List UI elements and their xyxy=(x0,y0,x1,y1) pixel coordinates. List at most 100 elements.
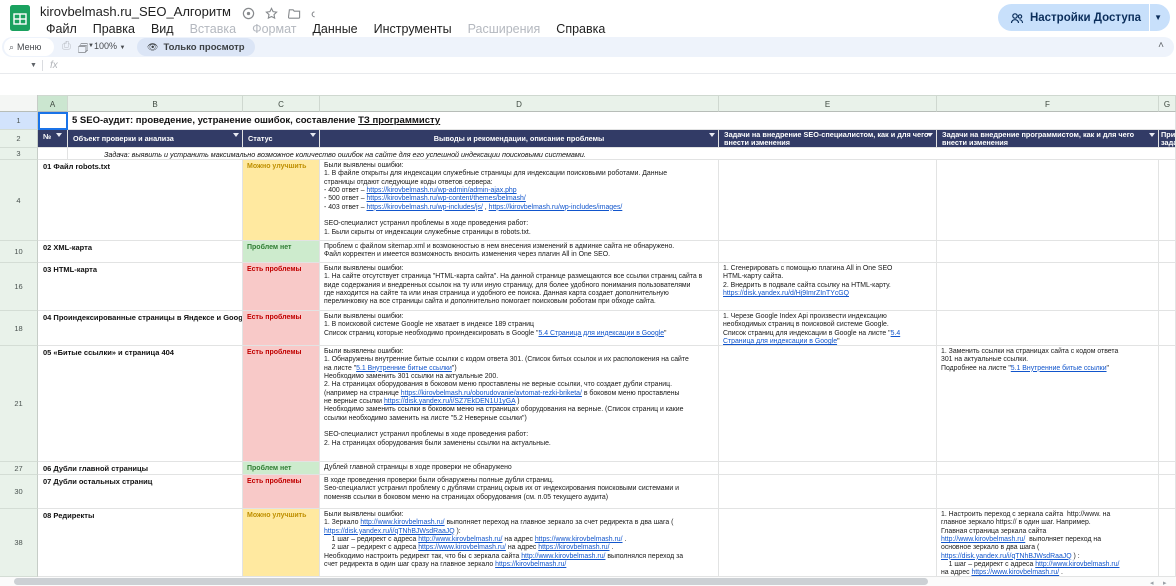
cell-a1-selected[interactable] xyxy=(38,112,68,130)
cell-link[interactable]: 5.1 Внутренние битые ссылки xyxy=(356,365,452,372)
row-header-38[interactable]: 38 xyxy=(0,509,38,577)
cell-link[interactable]: http://www.kirovbelmash.ru/ xyxy=(521,553,605,560)
priority-cell[interactable] xyxy=(1159,311,1176,346)
document-title[interactable]: kirovbelmash.ru_SEO_Алгоритм xyxy=(40,4,231,19)
cell-link[interactable]: https://kirovbelmash.ru/wp-admin/admin-a… xyxy=(366,187,516,194)
menu-search-input[interactable]: ⌕ Меню xyxy=(4,38,54,56)
filter-icon[interactable] xyxy=(233,133,239,137)
filter-icon[interactable] xyxy=(927,133,933,137)
status-cell[interactable]: Есть проблемы xyxy=(243,346,320,462)
object-cell[interactable]: 06 Дубли главной страницы xyxy=(38,462,243,475)
object-cell[interactable]: 07 Дубли остальных страниц xyxy=(38,475,243,509)
cell-link[interactable]: https://kirovbelmash.ru/oborudovanie/avt… xyxy=(401,390,582,397)
seo-tasks-cell[interactable] xyxy=(719,475,937,509)
cell-link[interactable]: https://disk.yandex.ru/i/SZ7EkDEN1U1yGA xyxy=(384,398,515,405)
status-cell[interactable]: Есть проблемы xyxy=(243,311,320,346)
cell-link[interactable]: https://kirovbelmash.ru/wp-includes/imag… xyxy=(489,204,623,211)
row-header-27[interactable]: 27 xyxy=(0,462,38,475)
column-header-G[interactable]: G xyxy=(1159,95,1176,112)
star-icon[interactable] xyxy=(265,7,278,20)
priority-cell[interactable] xyxy=(1159,160,1176,241)
column-header-B[interactable]: B xyxy=(68,95,243,112)
cell-link[interactable]: https://www.kirovbelmash.ru/ xyxy=(535,536,623,543)
header-cell-g[interactable]: Приор зада xyxy=(1159,130,1176,148)
priority-cell[interactable] xyxy=(1159,475,1176,509)
dev-tasks-cell[interactable]: 1. Заменить ссылки на страницах сайта с … xyxy=(937,346,1159,462)
conclusions-cell[interactable]: Были выявлены ошибки: 1. Обнаружены внут… xyxy=(320,346,719,462)
collapse-toolbar-icon[interactable]: ˄ xyxy=(1158,40,1164,51)
object-cell[interactable]: 04 Проиндексированные страницы в Яндексе… xyxy=(38,311,243,346)
column-header-E[interactable]: E xyxy=(719,95,937,112)
menu-Вид[interactable]: Вид xyxy=(144,21,181,37)
print-icon[interactable]: ⎙ xyxy=(62,40,71,53)
cell-link[interactable]: https://kirovbelmash.ru/wp-content/theme… xyxy=(366,195,525,202)
cell-link[interactable]: https://disk.yandex.ru/d/Hj9ImrZInTYcGQ xyxy=(723,290,849,297)
cell-link[interactable]: 5.4 Страница для индексации в Google xyxy=(538,330,664,337)
conclusions-cell[interactable]: Были выявлены ошибки: 1. В файле открыты… xyxy=(320,160,719,241)
priority-cell[interactable] xyxy=(1159,241,1176,263)
move-folder-icon[interactable] xyxy=(288,7,301,20)
seo-tasks-cell[interactable] xyxy=(719,462,937,475)
horizontal-scrollbar-thumb[interactable] xyxy=(14,578,928,585)
menu-Инструменты[interactable]: Инструменты xyxy=(367,21,459,37)
cell-link[interactable]: http://www.kirovbelmash.ru/ xyxy=(418,536,502,543)
status-cell[interactable]: Можно улучшить xyxy=(243,160,320,241)
dev-tasks-cell[interactable] xyxy=(937,462,1159,475)
status-cell[interactable]: Проблем нет xyxy=(243,462,320,475)
cloud-status-icon[interactable] xyxy=(311,7,324,20)
seo-tasks-cell[interactable]: 1. Сгенерировать с помощью плагина All i… xyxy=(719,263,937,311)
scroll-left-icon[interactable]: ◂ xyxy=(1150,579,1154,586)
dev-tasks-cell[interactable] xyxy=(937,263,1159,311)
seo-tasks-cell[interactable] xyxy=(719,346,937,462)
column-header-F[interactable]: F xyxy=(937,95,1159,112)
filter-icon[interactable] xyxy=(56,133,62,137)
header-cell-e[interactable]: Задачи на внедрение SEO-специалистом, ка… xyxy=(719,130,937,148)
cell-link[interactable]: https://kirovbelmash.ru/ xyxy=(495,561,566,568)
header-cell-f[interactable]: Задачи на внедрение программистом, как и… xyxy=(937,130,1159,148)
cell-link[interactable]: https://www.kirovbelmash.ru/ xyxy=(971,569,1059,576)
dev-tasks-cell[interactable] xyxy=(937,475,1159,509)
dev-tasks-cell[interactable] xyxy=(937,241,1159,263)
row-header-1[interactable]: 1 xyxy=(0,112,38,130)
share-chevron-icon[interactable]: ▼ xyxy=(1154,13,1162,22)
row-header-10[interactable]: 10 xyxy=(0,241,38,263)
column-header-A[interactable]: A xyxy=(38,95,68,112)
status-cell[interactable]: Проблем нет xyxy=(243,241,320,263)
conclusions-cell[interactable]: В ходе проведения проверки были обнаруже… xyxy=(320,475,719,509)
cell-link[interactable]: https://disk.yandex.ru/i/qTNhBJWsdRaaJQ xyxy=(941,553,1072,560)
cell-link[interactable]: https://kirovbelmash.ru/ xyxy=(538,544,609,551)
object-cell[interactable]: 02 XML-карта xyxy=(38,241,243,263)
column-header-C[interactable]: C xyxy=(243,95,320,112)
row-header-21[interactable]: 21 xyxy=(0,346,38,462)
priority-cell[interactable] xyxy=(1159,509,1176,577)
cell-link[interactable]: Страница для индексации в Google xyxy=(723,338,837,345)
seo-tasks-cell[interactable] xyxy=(719,241,937,263)
status-cell[interactable]: Есть проблемы xyxy=(243,475,320,509)
sheets-logo-icon[interactable] xyxy=(9,4,31,32)
header-cell-b[interactable]: Объект проверки и анализа xyxy=(68,130,243,148)
object-cell[interactable]: 03 HTML-карта xyxy=(38,263,243,311)
object-cell[interactable]: 08 Редиректы xyxy=(38,509,243,577)
priority-cell[interactable] xyxy=(1159,462,1176,475)
priority-cell[interactable] xyxy=(1159,263,1176,311)
priority-cell[interactable] xyxy=(1159,346,1176,462)
object-cell[interactable]: 05 «Битые ссылки» и страница 404 xyxy=(38,346,243,462)
sheet-title-cell[interactable]: 5 SEO-аудит: проведение, устранение ошиб… xyxy=(68,112,1176,130)
conclusions-cell[interactable]: Проблем с файлом sitemap.xml и возможнос… xyxy=(320,241,719,263)
dev-tasks-cell[interactable]: 1. Настроить переход с зеркала сайта htt… xyxy=(937,509,1159,577)
select-all-corner[interactable] xyxy=(0,95,38,112)
task-row-cell[interactable]: Задача: выявить и устранить максимально … xyxy=(68,148,1176,160)
conclusions-cell[interactable]: Дублей главной страницы в ходе проверки … xyxy=(320,462,719,475)
menu-Справка[interactable]: Справка xyxy=(549,21,612,37)
seo-tasks-cell[interactable] xyxy=(719,160,937,241)
conclusions-cell[interactable]: Были выявлены ошибки: 1. На сайте отсутс… xyxy=(320,263,719,311)
scroll-right-icon[interactable]: ▸ xyxy=(1163,579,1167,586)
conclusions-cell[interactable]: Были выявлены ошибки: 1. Зеркало http://… xyxy=(320,509,719,577)
header-cell-c[interactable]: Статус xyxy=(243,130,320,148)
filter-icon[interactable] xyxy=(310,133,316,137)
dev-tasks-cell[interactable] xyxy=(937,160,1159,241)
cell-link[interactable]: http://www.kirovbelmash.ru/ xyxy=(941,536,1025,543)
name-box-chevron-icon[interactable]: ▼ xyxy=(30,62,37,69)
view-mode-pill[interactable]: 👁 Только просмотр xyxy=(137,38,255,56)
filter-icon[interactable] xyxy=(1149,133,1155,137)
